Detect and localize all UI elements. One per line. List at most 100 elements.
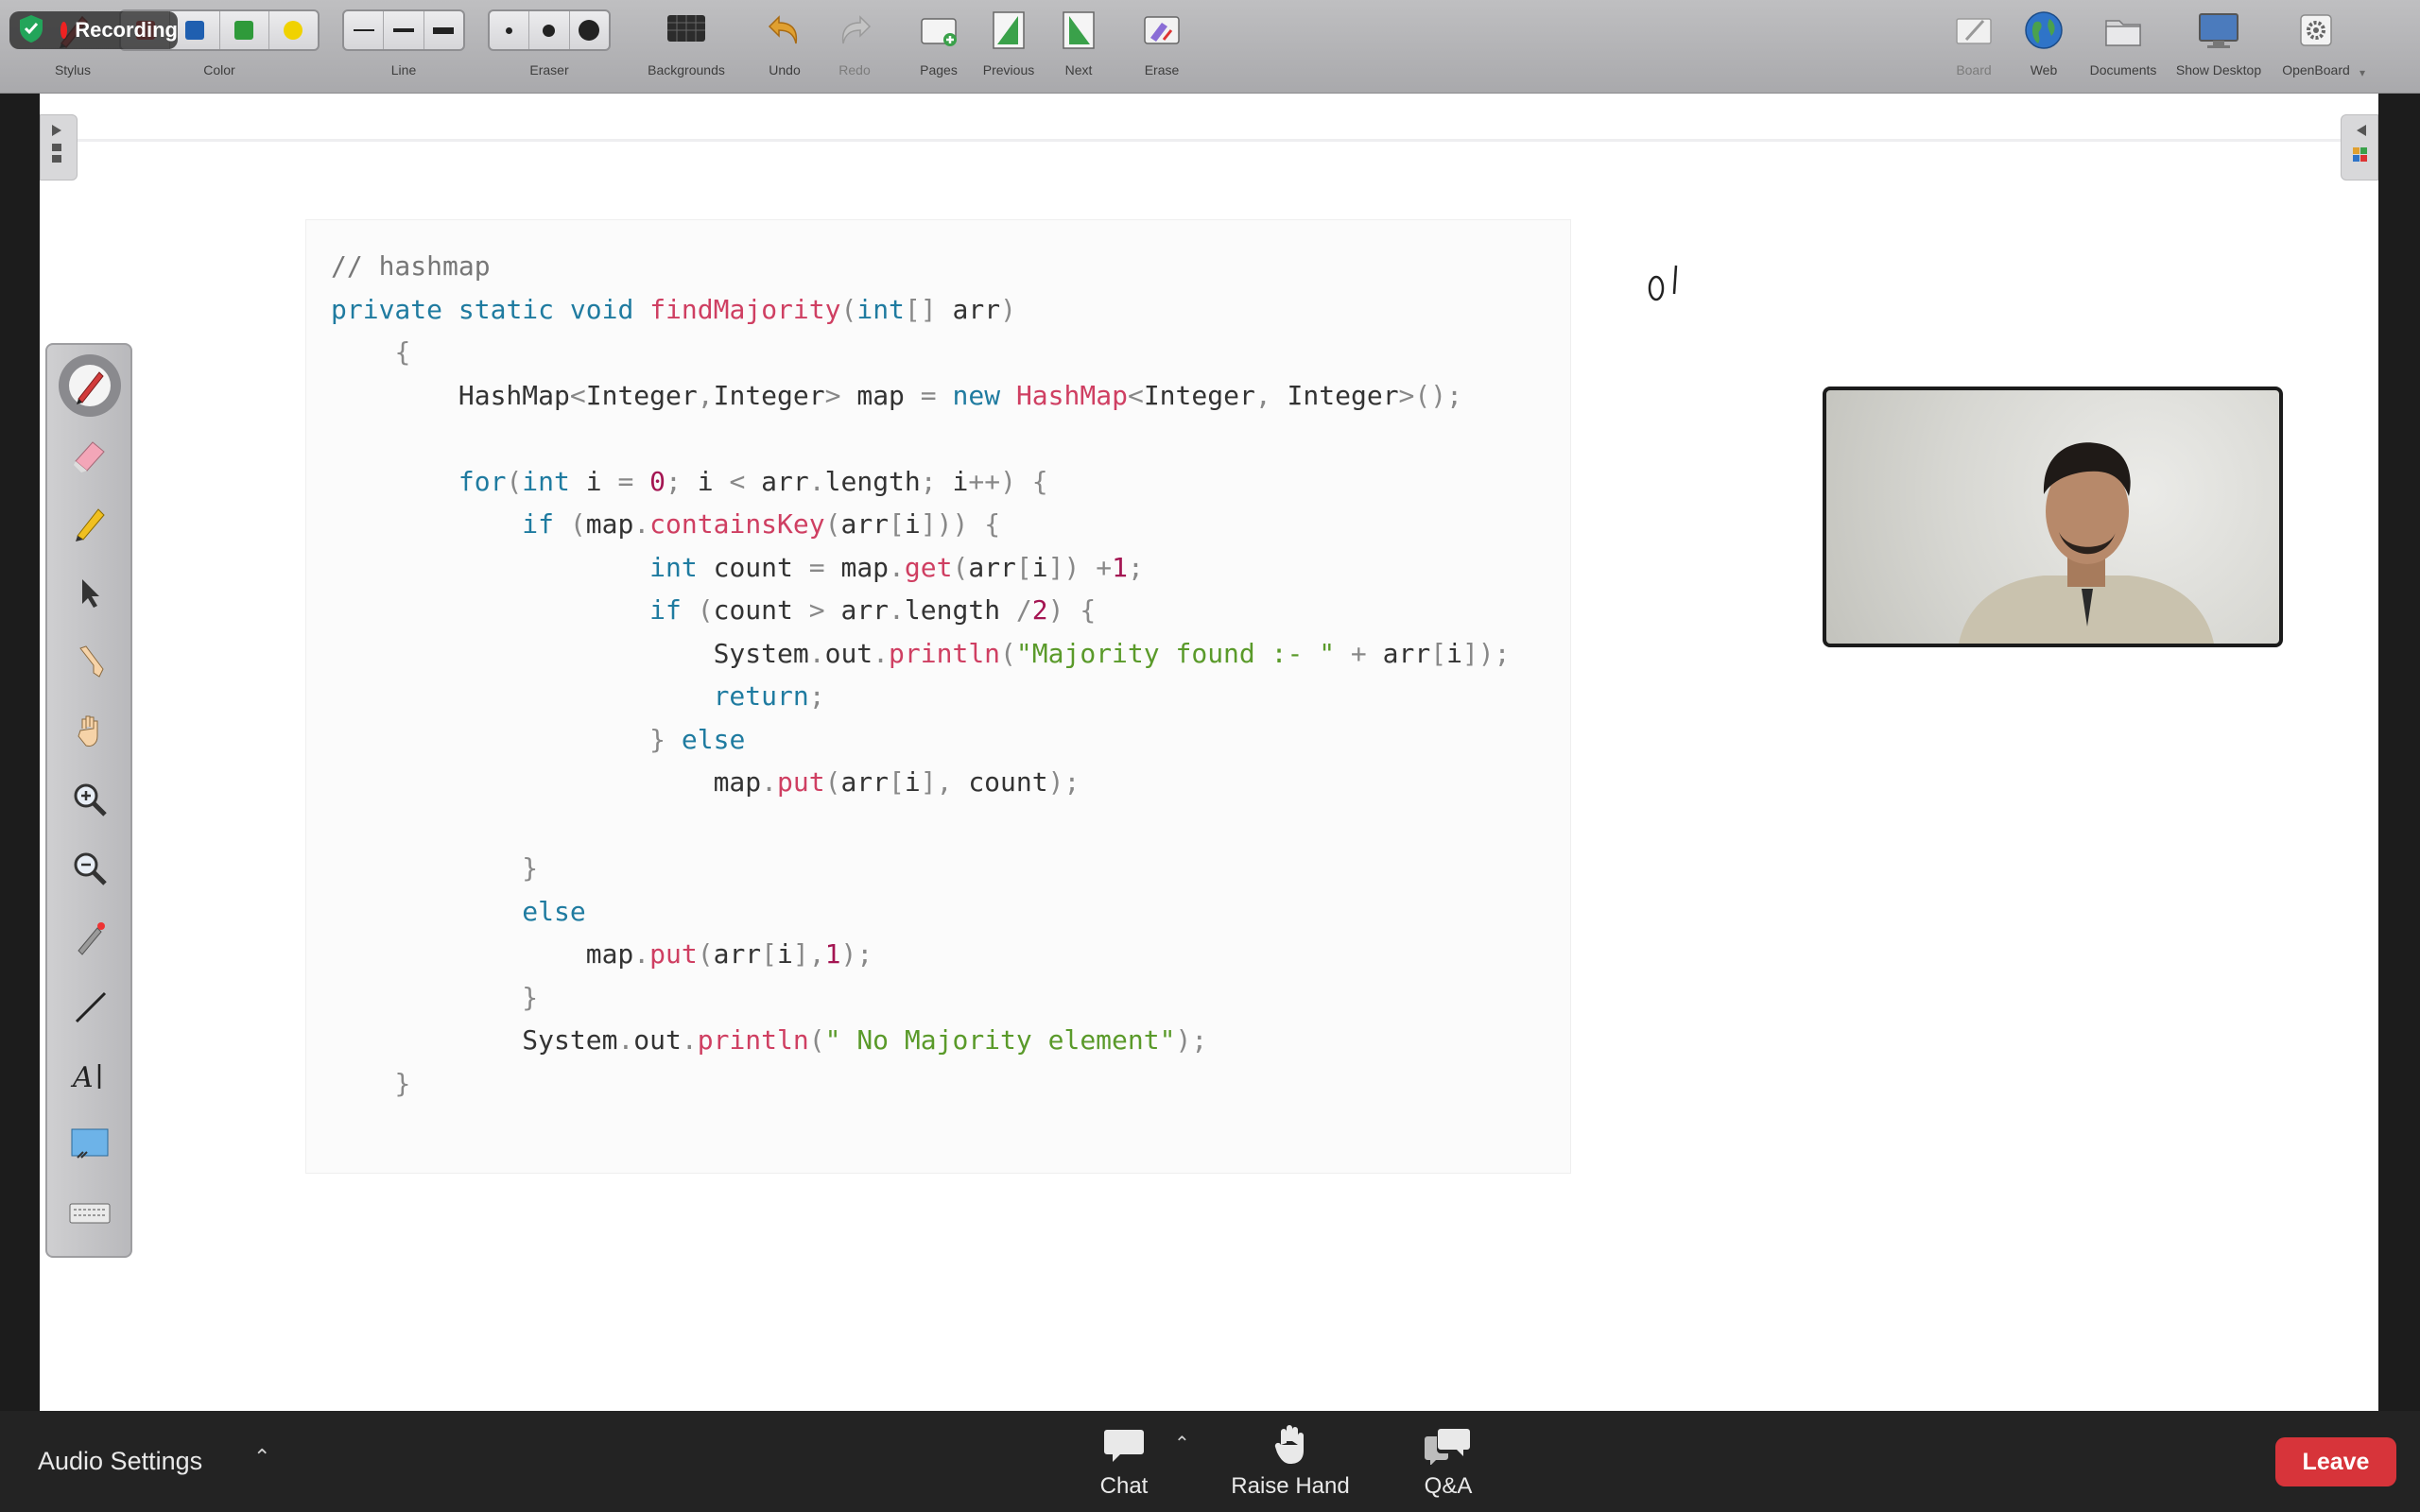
color-swatch-green[interactable] [220, 11, 269, 49]
code-line: for(int i = 0; i < arr.length; i++) { [458, 465, 1048, 497]
pen-icon [69, 365, 111, 406]
code-line: HashMap<Integer,Integer> map = new HashM… [331, 379, 1462, 411]
color-swatch-blue[interactable] [170, 11, 220, 49]
stylus-palette: A [45, 343, 132, 1258]
eraser-large[interactable] [570, 11, 609, 49]
redo-arrow-icon [832, 8, 877, 53]
leave-meeting-button[interactable]: Leave [2275, 1437, 2396, 1486]
interact-tool[interactable] [59, 630, 121, 693]
line-thick[interactable] [424, 11, 463, 49]
code-line: } [522, 981, 539, 1013]
keyboard-icon [69, 1203, 111, 1224]
code-line: } [522, 852, 539, 884]
code-line: else [522, 895, 586, 927]
zoom-out-tool[interactable] [59, 837, 121, 900]
erase-board-icon [1139, 8, 1184, 53]
recording-indicator[interactable]: Recording [9, 11, 178, 49]
code-line: if (map.containsKey(arr[i])) { [522, 508, 1001, 540]
next-page-button[interactable]: Next [1044, 0, 1114, 93]
left-panel-toggle[interactable] [40, 114, 78, 180]
hand-tool[interactable] [59, 699, 121, 762]
text-tool[interactable]: A [59, 1044, 121, 1107]
backgrounds-button[interactable]: Backgrounds [643, 0, 730, 93]
whiteboard-canvas[interactable]: A // hashmap private static void findMaj… [40, 94, 2378, 1411]
screen-capture-icon [71, 1128, 109, 1159]
chevron-up-icon[interactable]: ⌃ [253, 1445, 270, 1469]
code-line: System.out.println(" No Majority element… [331, 1024, 1208, 1056]
eraser-size-selector: Eraser [488, 0, 611, 93]
code-line: } [394, 1067, 411, 1099]
laser-pointer-tool[interactable] [59, 906, 121, 969]
zoom-in-tool[interactable] [59, 768, 121, 831]
add-page-icon [916, 8, 961, 53]
folder-icon [2100, 8, 2146, 53]
recording-label: Recording [75, 18, 178, 42]
code-block: // hashmap private static void findMajor… [331, 245, 1511, 1105]
audio-settings-button[interactable]: Audio Settings [38, 1447, 202, 1476]
eraser-size-group [488, 9, 611, 51]
line-width-group [342, 9, 465, 51]
documents-mode-button[interactable]: Documents [2076, 0, 2170, 93]
highlighter-tool[interactable] [59, 492, 121, 555]
code-line: map.put(arr[i], count); [331, 766, 1080, 798]
openboard-toolbar: Stylus Color Line Eraser Backgrounds Und… [0, 0, 2420, 94]
meeting-controls-bar: Audio Settings ⌃ Chat ⌃ Raise Hand Q&A L… [0, 1411, 2420, 1512]
pen-tool[interactable] [59, 354, 121, 417]
eraser-icon [74, 441, 105, 472]
code-snippet-card: // hashmap private static void findMajor… [305, 219, 1571, 1174]
show-desktop-button[interactable]: Show Desktop [2169, 0, 2269, 93]
web-mode-button[interactable]: Web [2006, 0, 2082, 93]
board-divider [78, 139, 2341, 142]
chat-bubble-icon [1085, 1422, 1163, 1468]
undo-button[interactable]: Undo [751, 0, 819, 93]
code-line: if (count > arr.length /2) { [649, 594, 1097, 626]
code-line: System.out.println("Majority found :- " … [331, 637, 1511, 669]
shield-check-icon [17, 13, 45, 48]
selector-tool[interactable] [59, 561, 121, 624]
line-thin[interactable] [344, 11, 385, 49]
raise-hand-button[interactable]: Raise Hand [1225, 1422, 1356, 1500]
code-line: private static void findMajority(int[] a… [331, 293, 1016, 325]
virtual-keyboard-tool[interactable] [59, 1182, 121, 1245]
previous-page-button[interactable]: Previous [974, 0, 1044, 93]
eraser-tool[interactable] [59, 423, 121, 486]
hand-icon [78, 715, 98, 747]
zoom-in-icon [74, 783, 107, 816]
code-line: // hashmap [331, 250, 491, 282]
line-width-selector: Line [342, 0, 465, 93]
presenter-silhouette [1959, 442, 2214, 644]
svg-text:A: A [70, 1061, 94, 1094]
redo-button[interactable]: Redo [821, 0, 889, 93]
code-line: map.put(arr[i],1); [331, 938, 873, 970]
qa-bubbles-icon [1410, 1422, 1486, 1468]
zoom-out-icon [74, 852, 107, 885]
pages-button[interactable]: Pages [904, 0, 974, 93]
openboard-menu-button[interactable]: OpenBoard [2269, 0, 2363, 93]
line-icon [75, 991, 107, 1023]
participant-video[interactable] [1823, 387, 2283, 647]
pointing-hand-icon [79, 645, 104, 678]
line-medium[interactable] [384, 11, 424, 49]
chat-options-chevron-icon[interactable]: ⌃ [1174, 1432, 1190, 1455]
highlighter-icon [76, 508, 105, 541]
right-panel-toggle[interactable] [2341, 114, 2378, 180]
globe-icon [2021, 8, 2066, 53]
erase-board-button[interactable]: Erase [1127, 0, 1197, 93]
line-tool[interactable] [59, 975, 121, 1038]
qa-button[interactable]: Q&A [1410, 1422, 1486, 1500]
board-mode-button[interactable]: Board [1936, 0, 2012, 93]
eraser-small[interactable] [490, 11, 530, 49]
capture-tool[interactable] [59, 1113, 121, 1176]
recording-dot-icon [60, 22, 68, 39]
openboard-dropdown-icon[interactable]: ▾ [2360, 66, 2365, 79]
color-swatch-yellow[interactable] [269, 11, 318, 49]
backgrounds-icon [664, 8, 709, 53]
chat-button[interactable]: Chat [1085, 1422, 1163, 1500]
arrow-pointer-icon [82, 579, 99, 608]
qa-label: Q&A [1424, 1473, 1473, 1499]
raise-hand-label: Raise Hand [1231, 1473, 1350, 1499]
raise-hand-icon [1225, 1422, 1356, 1468]
eraser-medium[interactable] [529, 11, 570, 49]
desktop-monitor-icon [2196, 8, 2241, 53]
laser-pointer-icon [78, 922, 105, 955]
